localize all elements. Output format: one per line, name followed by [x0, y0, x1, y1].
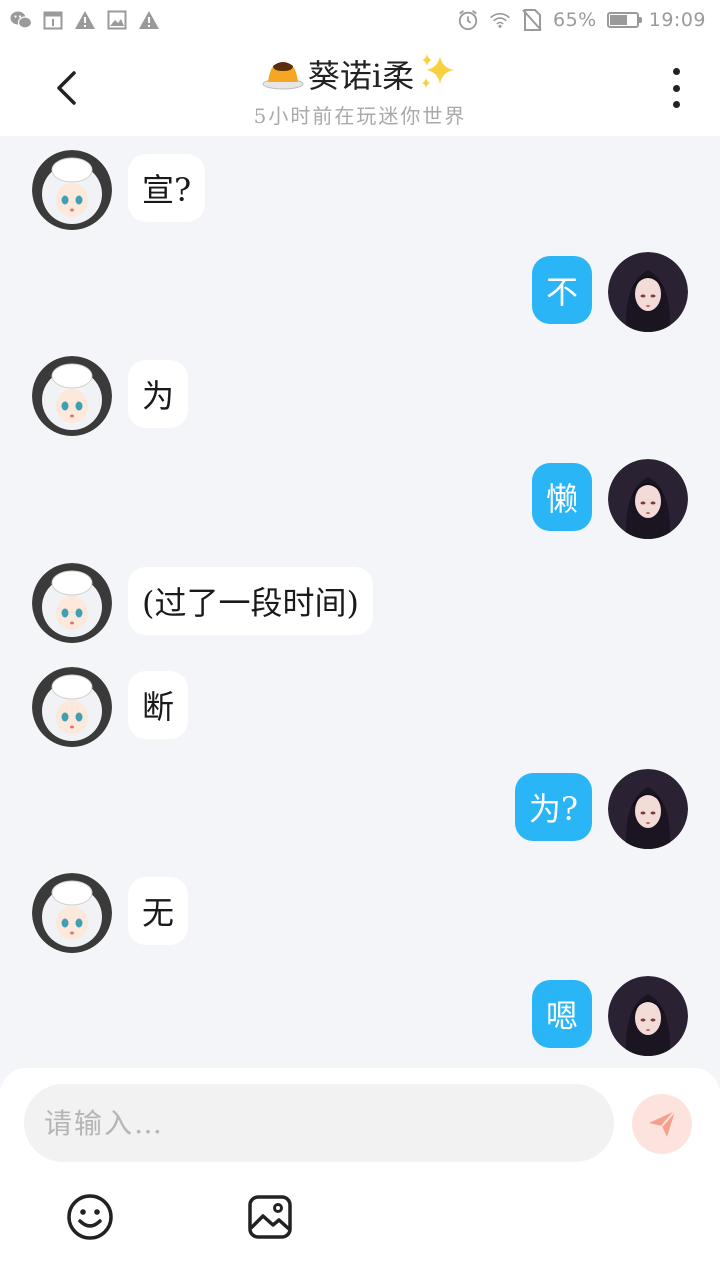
warning-icon-2 [138, 9, 160, 31]
contact-avatar[interactable] [32, 563, 112, 643]
contact-avatar[interactable] [32, 150, 112, 230]
contact-name: 葵诺i柔 [307, 57, 415, 95]
gallery-icon [106, 9, 128, 31]
battery-icon [606, 12, 642, 28]
message-bubble[interactable]: 宣? [128, 154, 206, 222]
message-bubble[interactable]: 无 [128, 877, 189, 945]
message-row-outgoing: 嗯 [0, 976, 720, 1058]
warning-icon [74, 9, 96, 31]
emoji-button[interactable] [65, 1192, 115, 1242]
message-row-incoming: 宣? [0, 150, 720, 232]
chevron-left-icon [57, 71, 76, 105]
presence-status: 5小时前在玩迷你世界 [253, 104, 467, 128]
message-bubble[interactable]: 嗯 [531, 980, 592, 1048]
message-bubble[interactable]: 为? [514, 773, 592, 841]
smiley-icon [67, 1194, 113, 1240]
alarm-icon [457, 9, 479, 31]
title-row: 葵诺i柔 [140, 52, 580, 96]
message-row-incoming: 断 [0, 667, 720, 749]
contact-avatar[interactable] [32, 873, 112, 953]
message-row-incoming: 无 [0, 873, 720, 955]
self-avatar[interactable] [608, 459, 688, 539]
self-avatar[interactable] [608, 769, 688, 849]
dot-icon [672, 101, 680, 108]
dot-icon [672, 68, 680, 75]
image-icon [248, 1195, 292, 1239]
clock: 19:09 [648, 9, 706, 31]
status-bar-left [10, 9, 160, 31]
calendar-icon [42, 9, 64, 31]
no-sim-icon [521, 9, 543, 31]
message-row-incoming: 为 [0, 356, 720, 438]
pudding-emoji-icon [262, 54, 304, 94]
message-bubble[interactable]: 为 [128, 360, 189, 428]
more-options-button[interactable] [666, 68, 686, 108]
message-bubble[interactable]: (过了一段时间) [128, 567, 373, 635]
status-bar: 65% 19:09 [0, 0, 720, 40]
title-block: 葵诺i柔 5小时前在玩迷你世界 [140, 52, 580, 129]
message-bubble[interactable]: 懒 [531, 463, 592, 531]
message-list[interactable]: 宣? 不 为 懒 (过了一段时间) 断 为? 无 嗯 [0, 136, 720, 1068]
send-button[interactable] [632, 1094, 692, 1154]
message-row-outgoing: 不 [0, 252, 720, 334]
paper-plane-icon [649, 1110, 676, 1137]
image-button[interactable] [245, 1192, 295, 1242]
message-bubble[interactable]: 不 [531, 256, 592, 324]
battery-percent: 65% [553, 9, 597, 31]
self-avatar[interactable] [608, 976, 688, 1056]
dot-icon [672, 84, 680, 92]
message-row-outgoing: 懒 [0, 459, 720, 541]
status-bar-right: 65% 19:09 [457, 9, 706, 31]
message-row-outgoing: 为? [0, 769, 720, 851]
contact-avatar[interactable] [32, 356, 112, 436]
self-avatar[interactable] [608, 252, 688, 332]
back-button[interactable] [44, 64, 88, 112]
wechat-icon [10, 9, 32, 31]
chat-header: 葵诺i柔 5小时前在玩迷你世界 [0, 40, 720, 136]
message-bubble[interactable]: 断 [128, 671, 189, 739]
composer-panel [0, 1068, 720, 1280]
message-row-incoming: (过了一段时间) [0, 563, 720, 645]
sparkles-emoji-icon [418, 52, 458, 96]
contact-avatar[interactable] [32, 667, 112, 747]
message-input[interactable] [24, 1084, 614, 1162]
wifi-icon [489, 9, 511, 31]
